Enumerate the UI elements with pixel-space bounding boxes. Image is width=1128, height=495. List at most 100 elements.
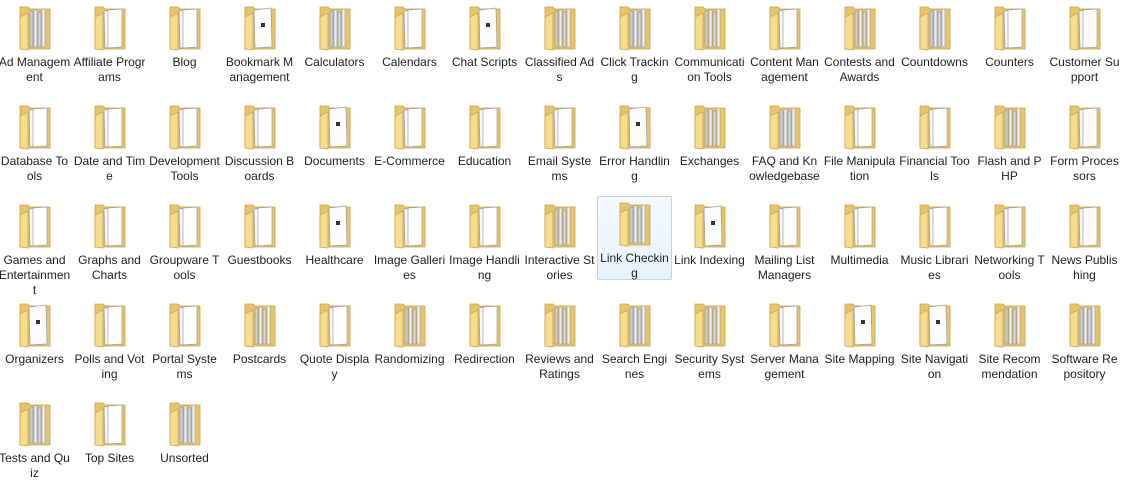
folder-papers-icon bbox=[915, 199, 955, 249]
folder-item[interactable]: Link Checking bbox=[597, 196, 672, 280]
folder-label: Click Tracking bbox=[600, 55, 669, 84]
folder-item[interactable]: Organizers bbox=[0, 297, 72, 396]
folder-papers-icon bbox=[390, 1, 430, 51]
folder-item[interactable]: Database Tools bbox=[0, 99, 72, 198]
folder-item[interactable]: Development Tools bbox=[147, 99, 222, 198]
folder-files-icon bbox=[615, 197, 655, 247]
folder-item[interactable]: FAQ and Knowledgebase bbox=[747, 99, 822, 198]
folder-item[interactable]: Networking Tools bbox=[972, 198, 1047, 297]
folder-item[interactable]: Chat Scripts bbox=[447, 0, 522, 99]
folder-label: Site Recommendation bbox=[978, 352, 1041, 381]
folder-item[interactable]: Search Engines bbox=[597, 297, 672, 396]
folder-files-icon bbox=[15, 1, 55, 51]
folder-item[interactable]: Site Navigation bbox=[897, 297, 972, 396]
folder-files-icon bbox=[390, 298, 430, 348]
folder-label: Error Handling bbox=[599, 154, 670, 183]
folder-item[interactable]: Countdowns bbox=[897, 0, 972, 99]
folder-item[interactable]: Education bbox=[447, 99, 522, 198]
folder-files-icon bbox=[240, 298, 280, 348]
folder-papers-icon bbox=[240, 100, 280, 150]
folder-files-icon bbox=[540, 298, 580, 348]
folder-label: Financial Tools bbox=[899, 154, 970, 183]
folder-item[interactable]: Contests and Awards bbox=[822, 0, 897, 99]
folder-files-icon bbox=[765, 100, 805, 150]
folder-item[interactable]: Bookmark Management bbox=[222, 0, 297, 99]
folder-label: Graphs and Charts bbox=[78, 253, 141, 282]
folder-item[interactable]: Postcards bbox=[222, 297, 297, 396]
folder-item[interactable]: Classified Ads bbox=[522, 0, 597, 99]
folder-document-icon bbox=[615, 100, 655, 150]
folder-document-icon bbox=[915, 298, 955, 348]
folder-item[interactable]: News Publishing bbox=[1047, 198, 1122, 297]
folder-label: Contests and Awards bbox=[824, 55, 895, 84]
folder-item[interactable]: Error Handling bbox=[597, 99, 672, 198]
folder-item[interactable]: Randomizing bbox=[372, 297, 447, 396]
folder-papers-icon bbox=[1065, 1, 1105, 51]
folder-papers-icon bbox=[465, 100, 505, 150]
folder-item[interactable]: Polls and Voting bbox=[72, 297, 147, 396]
folder-label: FAQ and Knowledgebase bbox=[749, 154, 820, 183]
folder-item[interactable]: Image Handling bbox=[447, 198, 522, 297]
folder-item[interactable]: Site Mapping bbox=[822, 297, 897, 396]
folder-item[interactable]: Form Processors bbox=[1047, 99, 1122, 198]
folder-item[interactable]: Click Tracking bbox=[597, 0, 672, 99]
folder-label: Tests and Quiz bbox=[0, 451, 70, 480]
folder-item[interactable]: Games and Entertainment bbox=[0, 198, 72, 297]
folder-item[interactable]: Content Management bbox=[747, 0, 822, 99]
folder-item[interactable]: Multimedia bbox=[822, 198, 897, 297]
folder-label: Date and Time bbox=[73, 154, 146, 183]
folder-item[interactable]: Customer Support bbox=[1047, 0, 1122, 99]
folder-item[interactable]: Mailing List Managers bbox=[747, 198, 822, 297]
folder-papers-icon bbox=[165, 298, 205, 348]
folder-item[interactable]: Reviews and Ratings bbox=[522, 297, 597, 396]
folder-label: Content Management bbox=[750, 55, 819, 84]
folder-item[interactable]: Tests and Quiz bbox=[0, 396, 72, 495]
folder-label: Redirection bbox=[454, 352, 515, 366]
folder-item[interactable]: Discussion Boards bbox=[222, 99, 297, 198]
folder-item[interactable]: Healthcare bbox=[297, 198, 372, 297]
folder-item[interactable]: File Manipulation bbox=[822, 99, 897, 198]
folder-item[interactable]: Guestbooks bbox=[222, 198, 297, 297]
folder-item[interactable]: Counters bbox=[972, 0, 1047, 99]
folder-item[interactable]: Link Indexing bbox=[672, 198, 747, 297]
folder-item[interactable]: Redirection bbox=[447, 297, 522, 396]
folder-files-icon bbox=[690, 298, 730, 348]
folder-item[interactable]: Email Systems bbox=[522, 99, 597, 198]
folder-item[interactable]: Server Management bbox=[747, 297, 822, 396]
folder-item[interactable]: Flash and PHP bbox=[972, 99, 1047, 198]
folder-item[interactable]: Security Systems bbox=[672, 297, 747, 396]
folder-item[interactable]: Interactive Stories bbox=[522, 198, 597, 297]
folder-item[interactable]: Top Sites bbox=[72, 396, 147, 495]
folder-item[interactable]: Ad Management bbox=[0, 0, 72, 99]
folder-item[interactable]: Exchanges bbox=[672, 99, 747, 198]
folder-item[interactable]: Date and Time bbox=[72, 99, 147, 198]
folder-item[interactable]: E-Commerce bbox=[372, 99, 447, 198]
folder-label: Reviews and Ratings bbox=[525, 352, 594, 381]
folder-papers-icon bbox=[390, 100, 430, 150]
folder-papers-icon bbox=[15, 100, 55, 150]
folder-item[interactable]: Documents bbox=[297, 99, 372, 198]
folder-item[interactable]: Site Recommendation bbox=[972, 297, 1047, 396]
folder-label: Flash and PHP bbox=[977, 154, 1042, 183]
folder-item[interactable]: Software Repository bbox=[1047, 297, 1122, 396]
folder-papers-icon bbox=[165, 100, 205, 150]
folder-label: Classified Ads bbox=[524, 55, 595, 84]
folder-label: File Manipulation bbox=[823, 154, 896, 183]
folder-label: Mailing List Managers bbox=[754, 253, 815, 282]
folder-item[interactable]: Blog bbox=[147, 0, 222, 99]
folder-item[interactable]: Groupware Tools bbox=[147, 198, 222, 297]
folder-item[interactable]: Affiliate Programs bbox=[72, 0, 147, 99]
folder-item[interactable]: Portal Systems bbox=[147, 297, 222, 396]
folder-label: Counters bbox=[985, 55, 1034, 69]
folder-item[interactable]: Calendars bbox=[372, 0, 447, 99]
folder-item[interactable]: Communication Tools bbox=[672, 0, 747, 99]
folder-item[interactable]: Financial Tools bbox=[897, 99, 972, 198]
folder-item[interactable]: Image Galleries bbox=[372, 198, 447, 297]
folder-item[interactable]: Graphs and Charts bbox=[72, 198, 147, 297]
folder-item[interactable]: Quote Display bbox=[297, 297, 372, 396]
folder-document-icon bbox=[465, 1, 505, 51]
folder-item[interactable]: Calculators bbox=[297, 0, 372, 99]
folder-item[interactable]: Unsorted bbox=[147, 396, 222, 495]
folder-papers-icon bbox=[465, 199, 505, 249]
folder-item[interactable]: Music Libraries bbox=[897, 198, 972, 297]
